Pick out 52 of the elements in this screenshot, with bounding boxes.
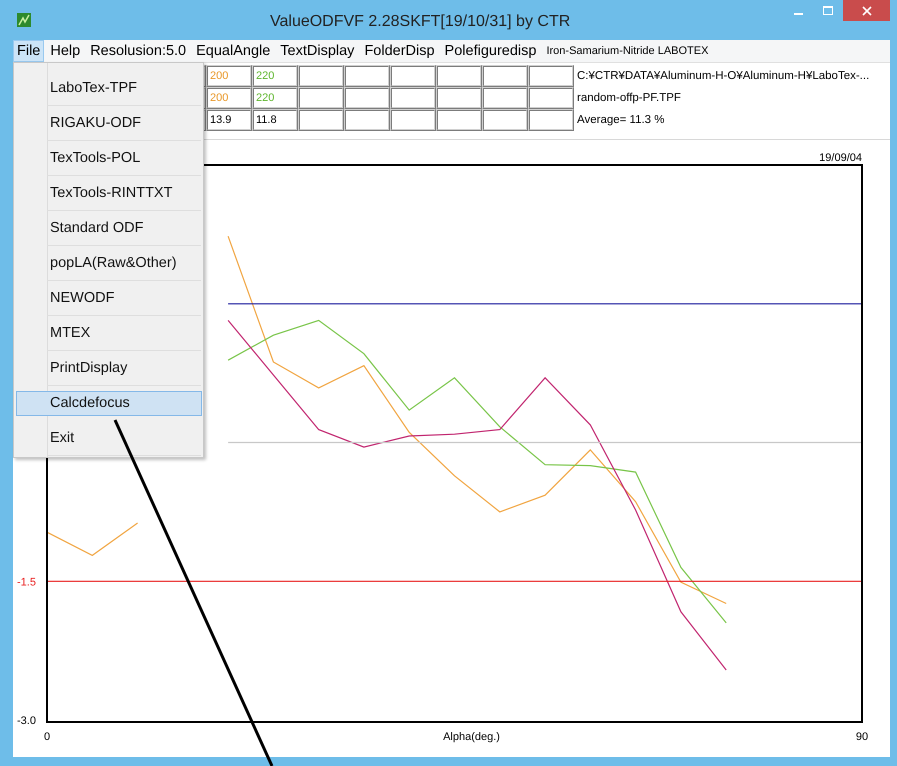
value-field[interactable] bbox=[344, 109, 390, 131]
value-field[interactable] bbox=[390, 87, 436, 109]
menu-item[interactable]: Exit bbox=[47, 421, 201, 456]
menu-item[interactable]: MTEX bbox=[47, 316, 201, 351]
info-text: random-offp-PF.TPF bbox=[577, 92, 681, 104]
menu-item[interactable]: TextDisplay bbox=[276, 40, 358, 62]
close-icon bbox=[862, 6, 872, 16]
value-field[interactable] bbox=[298, 65, 344, 87]
menu-item[interactable]: Resolusion:5.0 bbox=[86, 40, 190, 62]
value-field[interactable] bbox=[436, 65, 482, 87]
value-field[interactable]: 11.8 bbox=[252, 109, 298, 131]
menu-item[interactable]: Help bbox=[46, 40, 84, 62]
value-field[interactable] bbox=[298, 109, 344, 131]
value-field[interactable] bbox=[482, 65, 528, 87]
menu-item[interactable]: EqualAngle bbox=[192, 40, 274, 62]
value-field[interactable] bbox=[344, 65, 390, 87]
menu-item[interactable]: File bbox=[13, 40, 44, 62]
window-title: ValueODFVF 2.28SKFT[19/10/31] by CTR bbox=[270, 13, 570, 31]
menu-item[interactable]: PrintDisplay bbox=[47, 351, 201, 386]
menu-item[interactable]: Polefiguredisp bbox=[440, 40, 540, 62]
x-axis-label: Alpha(deg.) bbox=[443, 731, 500, 743]
menu-item[interactable]: RIGAKU-ODF bbox=[47, 106, 201, 141]
value-field[interactable] bbox=[528, 109, 574, 131]
x-tick-label: 90 bbox=[856, 731, 868, 743]
info-text: Average= 11.3 % bbox=[577, 114, 664, 126]
value-field[interactable] bbox=[436, 87, 482, 109]
y-tick-label: -3.0 bbox=[17, 715, 36, 727]
value-field[interactable]: 13.9 bbox=[206, 109, 252, 131]
value-field[interactable] bbox=[528, 65, 574, 87]
app-icon bbox=[17, 13, 31, 27]
menu-item[interactable]: popLA(Raw&Other) bbox=[47, 246, 201, 281]
menu-item[interactable]: LaboTex-TPF bbox=[47, 71, 201, 106]
x-tick-label: 0 bbox=[44, 731, 50, 743]
y-tick-label: -1.5 bbox=[17, 576, 36, 588]
value-field[interactable] bbox=[298, 87, 344, 109]
menu-item[interactable]: TexTools-RINTTXT bbox=[47, 176, 201, 211]
menu-item[interactable]: Standard ODF bbox=[47, 211, 201, 246]
value-field[interactable] bbox=[482, 87, 528, 109]
menu-item[interactable]: FolderDisp bbox=[360, 40, 439, 62]
date-label: 19/09/04 bbox=[819, 152, 862, 164]
value-field[interactable] bbox=[390, 65, 436, 87]
menu-item[interactable]: Calcdefocus bbox=[17, 392, 201, 415]
close-button[interactable] bbox=[843, 0, 890, 21]
dataset-label: Iron-Samarium-Nitride LABOTEX bbox=[546, 45, 708, 57]
info-text: C:¥CTR¥DATA¥Aluminum-H-O¥Aluminum-H¥LaboTex-... bbox=[577, 70, 870, 82]
value-field[interactable] bbox=[344, 87, 390, 109]
menu-item[interactable]: TexTools-POL bbox=[47, 141, 201, 176]
value-field[interactable] bbox=[390, 109, 436, 131]
value-field[interactable] bbox=[436, 109, 482, 131]
value-field[interactable] bbox=[528, 87, 574, 109]
value-field[interactable] bbox=[482, 109, 528, 131]
menu-item[interactable]: NEWODF bbox=[47, 281, 201, 316]
